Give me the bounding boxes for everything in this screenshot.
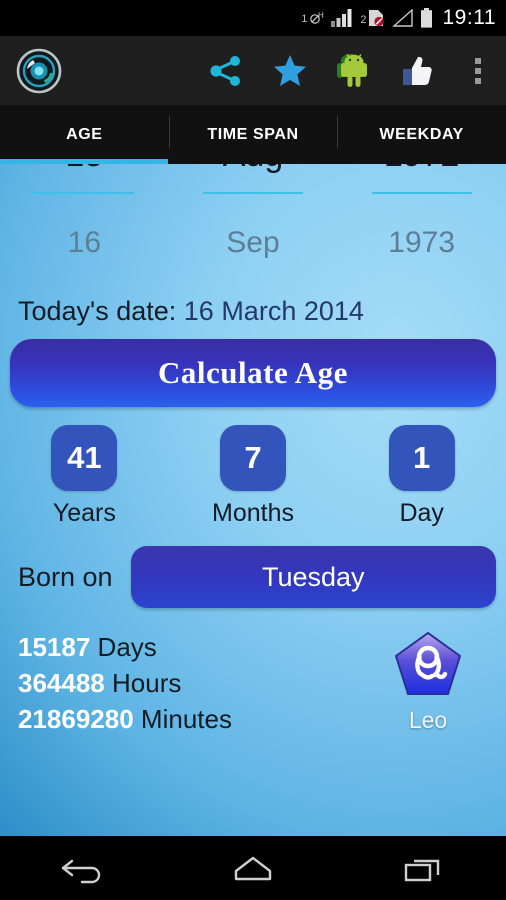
picker-day-next[interactable]: 16 [9, 226, 159, 260]
sim1-label: 1 [301, 13, 308, 25]
status-bar: 1 H 2 19:11 [0, 0, 506, 36]
signal-bars-icon [331, 9, 353, 27]
picker-year-selected[interactable]: 1972 [347, 164, 497, 175]
zodiac-sign-label: Leo [408, 707, 448, 733]
age-months-label: Months [212, 499, 294, 527]
svg-text:H: H [318, 11, 324, 20]
overflow-dot [475, 77, 481, 84]
total-hours-unit: Hours [112, 668, 182, 698]
action-bar [0, 36, 506, 106]
tab-age[interactable]: AGE [0, 106, 169, 164]
age-months-value: 7 [244, 440, 262, 475]
age-days-badge: 1 [388, 425, 455, 491]
total-days-unit: Days [97, 632, 157, 662]
todays-date-value: 16 March 2014 [183, 296, 364, 326]
age-months-badge: 7 [220, 425, 286, 491]
age-years-cell: 41 Years [0, 425, 169, 528]
age-days-value: 1 [413, 440, 431, 475]
no-data-h-icon: H [308, 10, 324, 26]
picker-year-next[interactable]: 1973 [347, 226, 497, 260]
tab-time-span-label: TIME SPAN [207, 126, 299, 143]
age-years-label: Years [52, 499, 116, 527]
overflow-dot [475, 57, 481, 64]
born-on-label: Born on [18, 561, 113, 592]
thumbs-up-icon[interactable] [386, 36, 450, 106]
main-content: 15 Aug 1972 16 Sep 1973 Today's date: 16… [0, 164, 506, 836]
sim1-indicator: 1 H [301, 10, 324, 26]
date-picker[interactable]: 15 Aug 1972 16 Sep 1973 [0, 164, 506, 282]
age-months-cell: 7 Months [169, 425, 338, 528]
android-nav-bar [0, 836, 506, 900]
picker-divider-year [371, 192, 472, 194]
phone-screen: 1 H 2 19:11 AGE TIME SPAN WEEKDAY 16 Sep… [0, 0, 506, 900]
sim-blocked-icon [368, 9, 385, 27]
back-icon[interactable] [29, 836, 139, 900]
picker-divider-month [202, 192, 303, 194]
tab-weekday-label: WEEKDAY [379, 126, 464, 143]
total-days-value: 15187 [18, 632, 91, 662]
signal-triangle-icon [391, 9, 413, 27]
date-picker-next-row: 16 Sep 1973 [0, 226, 506, 260]
android-icon[interactable] [322, 36, 386, 106]
app-logo-icon[interactable] [0, 47, 78, 95]
calculate-age-label: Calculate Age [158, 355, 348, 390]
todays-date-row: Today's date: 16 March 2014 [18, 296, 506, 327]
overflow-menu-button[interactable] [450, 57, 506, 84]
status-bar-clock: 19:11 [442, 6, 496, 29]
total-minutes-row: 21869280 Minutes [18, 704, 368, 735]
tab-weekday[interactable]: WEEKDAY [337, 106, 506, 164]
sim2-label: 2 [360, 14, 367, 26]
tab-age-label: AGE [66, 126, 103, 143]
tab-bar: AGE TIME SPAN WEEKDAY [0, 106, 506, 164]
age-days-label: Day [399, 499, 444, 527]
star-icon[interactable] [258, 36, 322, 106]
age-result-badges: 41 Years 7 Months 1 Day [0, 425, 506, 528]
total-hours-value: 364488 [18, 668, 105, 698]
tab-time-span[interactable]: TIME SPAN [168, 106, 338, 164]
zodiac-section: Leo [368, 630, 488, 734]
sim2-indicator: 2 [360, 9, 384, 27]
totals-list: 15187 Days 364488 Hours 21869280 Minutes [18, 632, 368, 740]
total-minutes-unit: Minutes [140, 704, 232, 734]
totals-section: 15187 Days 364488 Hours 21869280 Minutes [0, 630, 506, 740]
picker-month-selected[interactable]: Aug [178, 164, 328, 175]
home-icon[interactable] [198, 836, 308, 900]
recents-icon[interactable] [367, 836, 477, 900]
age-years-badge: 41 [51, 425, 118, 491]
picker-divider-day [34, 192, 135, 194]
zodiac-leo-icon [393, 630, 463, 703]
age-years-value: 41 [67, 440, 102, 475]
date-picker-selected-row: 15 Aug 1972 [0, 164, 506, 175]
picker-month-next[interactable]: Sep [178, 226, 328, 260]
share-icon[interactable] [194, 36, 258, 106]
total-hours-row: 364488 Hours [18, 668, 368, 699]
born-on-weekday-value: Tuesday [262, 561, 365, 592]
calculate-age-button[interactable]: Calculate Age [10, 339, 496, 407]
picker-day-selected[interactable]: 15 [9, 164, 159, 175]
overflow-dot [475, 67, 481, 74]
born-on-weekday-pill[interactable]: Tuesday [130, 546, 496, 608]
total-minutes-value: 21869280 [18, 704, 134, 734]
battery-full-icon [420, 8, 433, 28]
age-days-cell: 1 Day [337, 425, 506, 528]
born-on-row: Born on Tuesday [0, 546, 506, 608]
total-days-row: 15187 Days [18, 632, 368, 663]
todays-date-label: Today's date: [18, 296, 177, 326]
picker-dividers [0, 192, 506, 194]
